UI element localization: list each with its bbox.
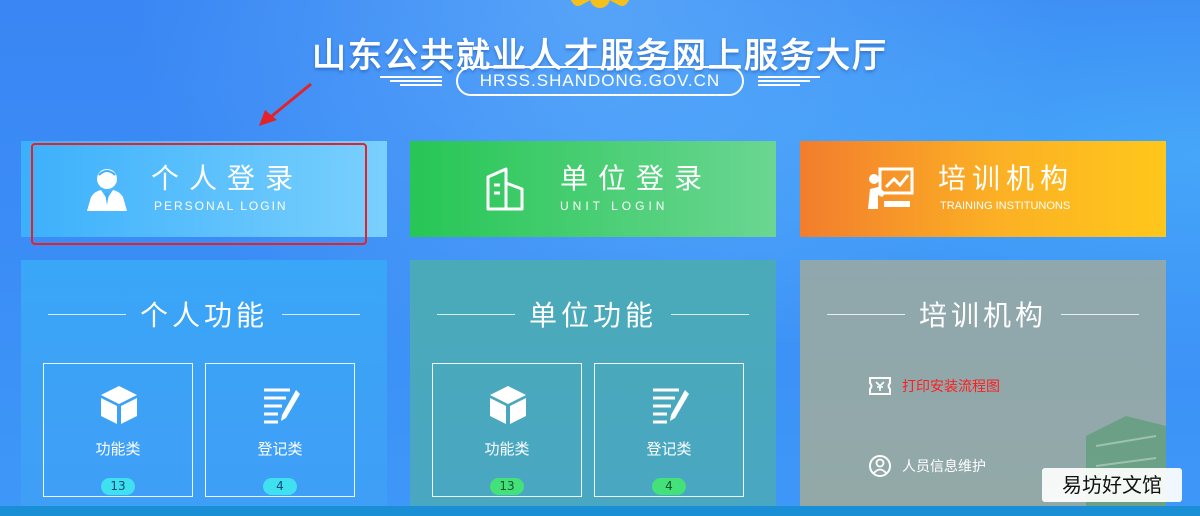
function-category-count: 13 <box>101 478 135 495</box>
registration-category-label: 登记类 <box>257 440 303 458</box>
training-login-button[interactable]: 培训机构 TRAINING INSTITUNONS <box>800 141 1166 237</box>
personal-functions-panel: 个人功能 功能类 13 登记类 4 <box>21 260 387 506</box>
edit-list-icon <box>264 388 300 424</box>
cube-icon <box>101 386 137 424</box>
training-board-icon <box>868 167 914 209</box>
title-divider-right <box>282 313 360 315</box>
title-divider-right <box>671 313 749 315</box>
unit-functions-title: 单位功能 <box>528 299 657 332</box>
site-url[interactable]: HRSS.SHANDONG.GOV.CN <box>455 66 745 96</box>
unit-registration-category[interactable]: 登记类 4 <box>594 363 744 497</box>
training-login-subtitle: TRAINING INSTITUNONS <box>940 200 1071 212</box>
training-login-title: 培训机构 <box>938 162 1075 195</box>
title-divider-right <box>1061 313 1139 315</box>
function-category-count: 13 <box>490 478 524 495</box>
emblem-logo-icon <box>570 0 630 8</box>
unit-function-category[interactable]: 功能类 13 <box>432 363 582 497</box>
watermark: 易坊好文馆 <box>1042 468 1182 502</box>
function-category-label: 功能类 <box>95 440 141 458</box>
panel-title-row: 个人功能 <box>21 294 387 334</box>
personal-registration-category[interactable]: 登记类 4 <box>205 363 355 497</box>
function-category-label: 功能类 <box>484 440 530 458</box>
title-divider-left <box>826 313 905 315</box>
personal-function-category[interactable]: 功能类 13 <box>43 363 193 497</box>
annotation-arrow-icon <box>259 82 312 126</box>
unit-login-button[interactable]: 单位登录 UNIT LOGIN <box>410 141 776 237</box>
registration-category-count: 4 <box>652 478 686 495</box>
cube-icon <box>490 386 526 424</box>
bottom-strip <box>0 506 1200 516</box>
unit-functions-panel: 单位功能 功能类 13 登记类 4 <box>410 260 776 506</box>
title-divider-left <box>436 313 515 315</box>
print-install-flowchart-label: 打印安装流程图 <box>902 379 1000 395</box>
training-panel-title: 培训机构 <box>918 299 1047 332</box>
ticket-icon <box>869 377 891 395</box>
panel-title-row: 培训机构 <box>800 294 1166 334</box>
registration-category-count: 4 <box>263 478 297 495</box>
staff-info-maintenance-label: 人员信息维护 <box>902 459 986 475</box>
unit-login-subtitle: UNIT LOGIN <box>560 199 669 213</box>
print-install-flowchart-link[interactable]: 打印安装流程图 <box>868 374 1000 398</box>
edit-list-icon <box>653 388 689 424</box>
person-circle-icon <box>869 455 891 477</box>
annotation-highlight-box <box>31 143 367 245</box>
left-stripes-decoration <box>379 76 442 86</box>
building-icon <box>486 167 524 211</box>
personal-functions-title: 个人功能 <box>139 299 268 332</box>
site-url-row: HRSS.SHANDONG.GOV.CN <box>0 66 1200 96</box>
right-stripes-decoration <box>758 76 821 86</box>
panel-title-row: 单位功能 <box>410 294 776 334</box>
registration-category-label: 登记类 <box>646 440 692 458</box>
title-divider-left <box>47 313 126 315</box>
unit-login-title: 单位登录 <box>560 162 713 195</box>
staff-info-maintenance-link[interactable]: 人员信息维护 <box>868 454 986 478</box>
